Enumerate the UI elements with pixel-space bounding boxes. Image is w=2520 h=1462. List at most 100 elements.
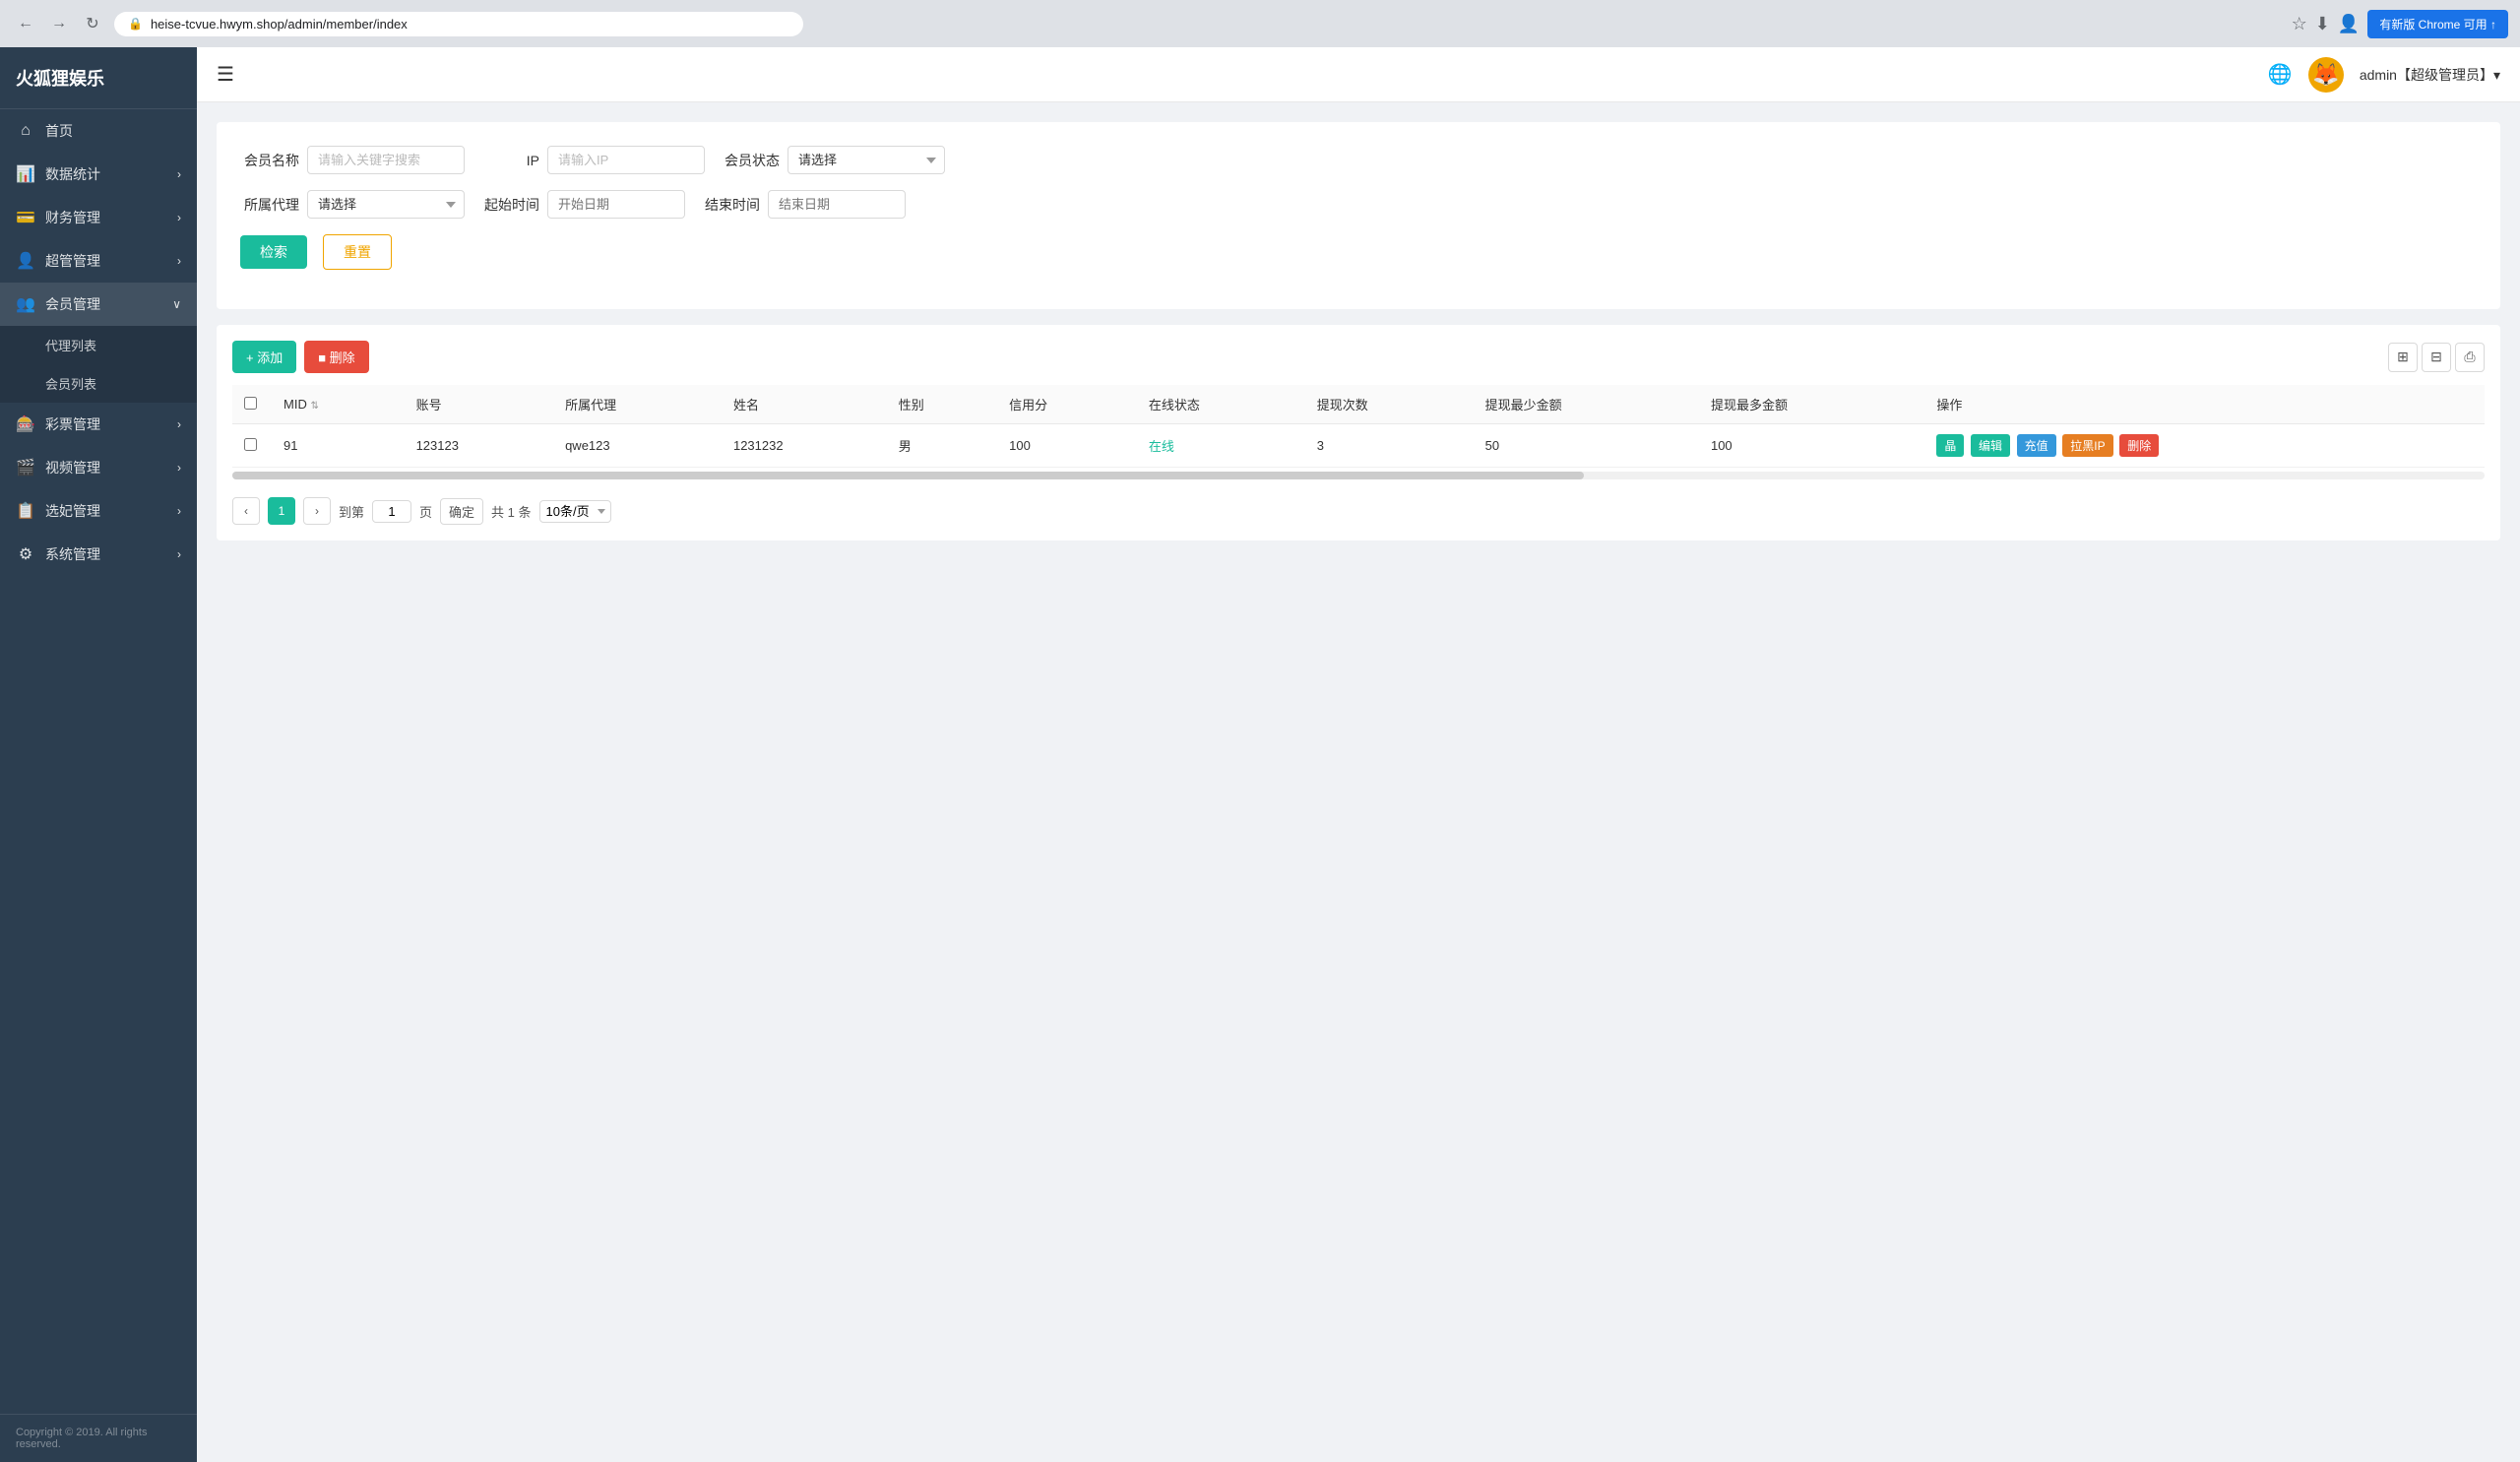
end-time-field: 结束时间 bbox=[701, 190, 906, 219]
sidebar-item-system[interactable]: ⚙ 系统管理 › bbox=[0, 533, 197, 576]
prev-page-button[interactable]: ‹ bbox=[232, 497, 260, 525]
sidebar-item-super-admin[interactable]: 👤 超管管理 › bbox=[0, 239, 197, 283]
row-checkbox-cell bbox=[232, 424, 272, 468]
star-icon[interactable]: ☆ bbox=[2292, 14, 2307, 34]
table-header: MID ⇅ 账号 所属代理 姓名 性别 信用分 在线状态 提现次数 提现最 bbox=[232, 385, 2485, 424]
user-label[interactable]: admin【超级管理员】▾ bbox=[2360, 65, 2500, 85]
sidebar-item-member-list[interactable]: 会员列表 bbox=[0, 364, 197, 403]
chevron-down-icon: ∨ bbox=[172, 297, 181, 311]
sidebar-footer: Copyright © 2019. All rights reserved. bbox=[0, 1414, 197, 1462]
next-page-button[interactable]: › bbox=[303, 497, 331, 525]
address-bar[interactable]: 🔒 heise-tcvue.hwym.shop/admin/member/ind… bbox=[114, 12, 803, 36]
reload-button[interactable]: ↻ bbox=[79, 10, 106, 37]
horizontal-scrollbar[interactable] bbox=[232, 472, 2485, 479]
page-label: 页 bbox=[419, 502, 432, 521]
ip-field: IP bbox=[480, 146, 705, 174]
sidebar-item-lottery[interactable]: 🎰 彩票管理 › bbox=[0, 403, 197, 446]
sidebar-item-label-home: 首页 bbox=[45, 121, 73, 141]
profile-icon[interactable]: 👤 bbox=[2338, 14, 2360, 34]
pagination: ‹ 1 › 到第 页 确定 共 1 条 10条/页 20条/页 50条/页 bbox=[232, 497, 2485, 525]
avatar: 🦊 bbox=[2308, 57, 2344, 93]
sidebar-item-label-data-stats: 数据统计 bbox=[45, 164, 100, 184]
agent-field: 所属代理 请选择 bbox=[240, 190, 465, 219]
sort-icon[interactable]: ⇅ bbox=[310, 401, 318, 412]
op-edit-button[interactable]: 编辑 bbox=[1971, 434, 2010, 457]
op-crystal-button[interactable]: 晶 bbox=[1936, 434, 1964, 457]
globe-icon[interactable]: 🌐 bbox=[2268, 62, 2293, 87]
video-icon: 🎬 bbox=[16, 458, 35, 477]
withdraw-max-cell: 100 bbox=[1699, 424, 1924, 468]
page-1-button[interactable]: 1 bbox=[268, 497, 295, 525]
forward-button[interactable]: → bbox=[45, 10, 73, 37]
sidebar-item-election[interactable]: 📋 选妃管理 › bbox=[0, 489, 197, 533]
home-icon: ⌂ bbox=[16, 122, 35, 140]
search-panel: 会员名称 IP 会员状态 请选择 在线 离线 bbox=[217, 122, 2500, 309]
op-delete-button[interactable]: 删除 bbox=[2119, 434, 2159, 457]
member-name-input[interactable] bbox=[307, 146, 465, 174]
search-button[interactable]: 检索 bbox=[240, 235, 307, 269]
end-date-input[interactable] bbox=[768, 190, 906, 219]
table-row: 91 123123 qwe123 1231232 男 100 在线 3 bbox=[232, 424, 2485, 468]
search-row-2: 所属代理 请选择 起始时间 结束时间 bbox=[240, 190, 2477, 219]
header-row: MID ⇅ 账号 所属代理 姓名 性别 信用分 在线状态 提现次数 提现最 bbox=[232, 385, 2485, 424]
select-all-col bbox=[232, 385, 272, 424]
status-select[interactable]: 请选择 在线 离线 bbox=[788, 146, 945, 174]
hamburger-icon[interactable]: ☰ bbox=[217, 62, 234, 87]
online-status-badge: 在线 bbox=[1149, 439, 1174, 454]
chart-icon: 📊 bbox=[16, 164, 35, 184]
chevron-right-icon-6: › bbox=[177, 504, 181, 518]
sidebar-item-member-mgmt[interactable]: 👥 会员管理 ∨ bbox=[0, 283, 197, 326]
table-scroll-container[interactable]: MID ⇅ 账号 所属代理 姓名 性别 信用分 在线状态 提现次数 提现最 bbox=[232, 385, 2485, 483]
select-all-checkbox[interactable] bbox=[244, 397, 257, 410]
start-date-input[interactable] bbox=[547, 190, 685, 219]
chrome-update-button[interactable]: 有新版 Chrome 可用 ↑ bbox=[2367, 10, 2508, 38]
sidebar-item-data-stats[interactable]: 📊 数据统计 › bbox=[0, 153, 197, 196]
content-area: 会员名称 IP 会员状态 请选择 在线 离线 bbox=[197, 102, 2520, 1462]
sidebar-item-agent-list[interactable]: 代理列表 bbox=[0, 326, 197, 364]
ip-input[interactable] bbox=[547, 146, 705, 174]
sidebar-item-video[interactable]: 🎬 视频管理 › bbox=[0, 446, 197, 489]
name-cell: 1231232 bbox=[722, 424, 887, 468]
bulk-delete-button[interactable]: ■ 删除 bbox=[304, 341, 368, 373]
search-row-1: 会员名称 IP 会员状态 请选择 在线 离线 bbox=[240, 146, 2477, 174]
chevron-right-icon-4: › bbox=[177, 417, 181, 431]
goto-confirm-button[interactable]: 确定 bbox=[440, 498, 483, 525]
group-icon: 👥 bbox=[16, 294, 35, 314]
sidebar-item-finance[interactable]: 💳 财务管理 › bbox=[0, 196, 197, 239]
goto-label: 到第 bbox=[339, 502, 364, 521]
avatar-image: 🦊 bbox=[2312, 62, 2339, 88]
member-submenu: 代理列表 会员列表 bbox=[0, 326, 197, 403]
sidebar-item-label-election: 选妃管理 bbox=[45, 501, 100, 521]
browser-chrome: ← → ↻ 🔒 heise-tcvue.hwym.shop/admin/memb… bbox=[0, 0, 2520, 47]
agent-label: 所属代理 bbox=[240, 195, 299, 215]
download-icon[interactable]: ⬇ bbox=[2315, 14, 2330, 34]
row-checkbox[interactable] bbox=[244, 438, 257, 451]
add-button[interactable]: + 添加 bbox=[232, 341, 296, 373]
header-right: 🌐 🦊 admin【超级管理员】▾ bbox=[2268, 57, 2500, 93]
url-text: heise-tcvue.hwym.shop/admin/member/index bbox=[151, 17, 408, 32]
agent-col: 所属代理 bbox=[553, 385, 722, 424]
sidebar-item-label-member: 会员管理 bbox=[45, 294, 100, 314]
op-charge-button[interactable]: 充值 bbox=[2017, 434, 2056, 457]
grid-view-button[interactable]: ⊞ bbox=[2388, 343, 2418, 372]
back-button[interactable]: ← bbox=[12, 10, 39, 37]
withdraw-count-cell: 3 bbox=[1305, 424, 1474, 468]
reset-button[interactable]: 重置 bbox=[323, 234, 392, 270]
sidebar-item-home[interactable]: ⌂ 首页 bbox=[0, 109, 197, 153]
goto-page-input[interactable] bbox=[372, 500, 411, 523]
table-view-icons: ⊞ ⊟ ⎙ bbox=[2388, 343, 2485, 372]
online-status-col: 在线状态 bbox=[1137, 385, 1305, 424]
user-icon: 👤 bbox=[16, 251, 35, 271]
op-blackip-button[interactable]: 拉黑IP bbox=[2062, 434, 2112, 457]
name-col: 姓名 bbox=[722, 385, 887, 424]
chevron-right-icon: › bbox=[177, 167, 181, 181]
print-button[interactable]: ⎙ bbox=[2455, 343, 2485, 372]
finance-icon: 💳 bbox=[16, 208, 35, 227]
end-label: 结束时间 bbox=[701, 195, 760, 215]
list-view-button[interactable]: ⊟ bbox=[2422, 343, 2451, 372]
sidebar-item-label-system: 系统管理 bbox=[45, 544, 100, 564]
agent-select[interactable]: 请选择 bbox=[307, 190, 465, 219]
lottery-icon: 🎰 bbox=[16, 414, 35, 434]
sidebar-item-label-lottery: 彩票管理 bbox=[45, 414, 100, 434]
per-page-select[interactable]: 10条/页 20条/页 50条/页 bbox=[539, 500, 611, 523]
